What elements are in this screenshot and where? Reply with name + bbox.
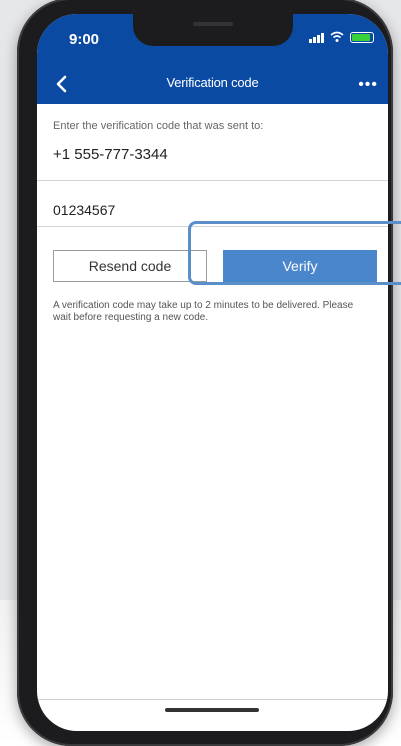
wifi-icon — [330, 31, 344, 42]
resend-code-button[interactable]: Resend code — [53, 250, 207, 282]
verification-prompt: Enter the verification code that was sen… — [53, 120, 264, 132]
signal-icon — [309, 31, 324, 43]
verify-highlight — [188, 221, 401, 285]
status-icons — [309, 31, 374, 43]
page-title: Verification code — [166, 75, 259, 90]
more-icon[interactable]: ••• — [358, 76, 378, 94]
battery-icon — [350, 31, 374, 43]
notch — [133, 14, 293, 46]
verification-code-input[interactable] — [53, 202, 353, 218]
nav-bar: Verification code ••• — [37, 64, 388, 104]
bottom-divider — [37, 699, 388, 700]
status-bar: 9:00 — [37, 14, 388, 64]
status-time: 9:00 — [69, 31, 100, 48]
home-indicator[interactable] — [165, 708, 259, 712]
help-text: A verification code may take up to 2 min… — [53, 300, 354, 323]
phone-screen: 9:00 Verification code ••• Enter the ver… — [37, 14, 388, 731]
phone-number: +1 555-777-3344 — [53, 146, 168, 163]
divider — [37, 180, 388, 181]
speaker — [193, 22, 233, 26]
